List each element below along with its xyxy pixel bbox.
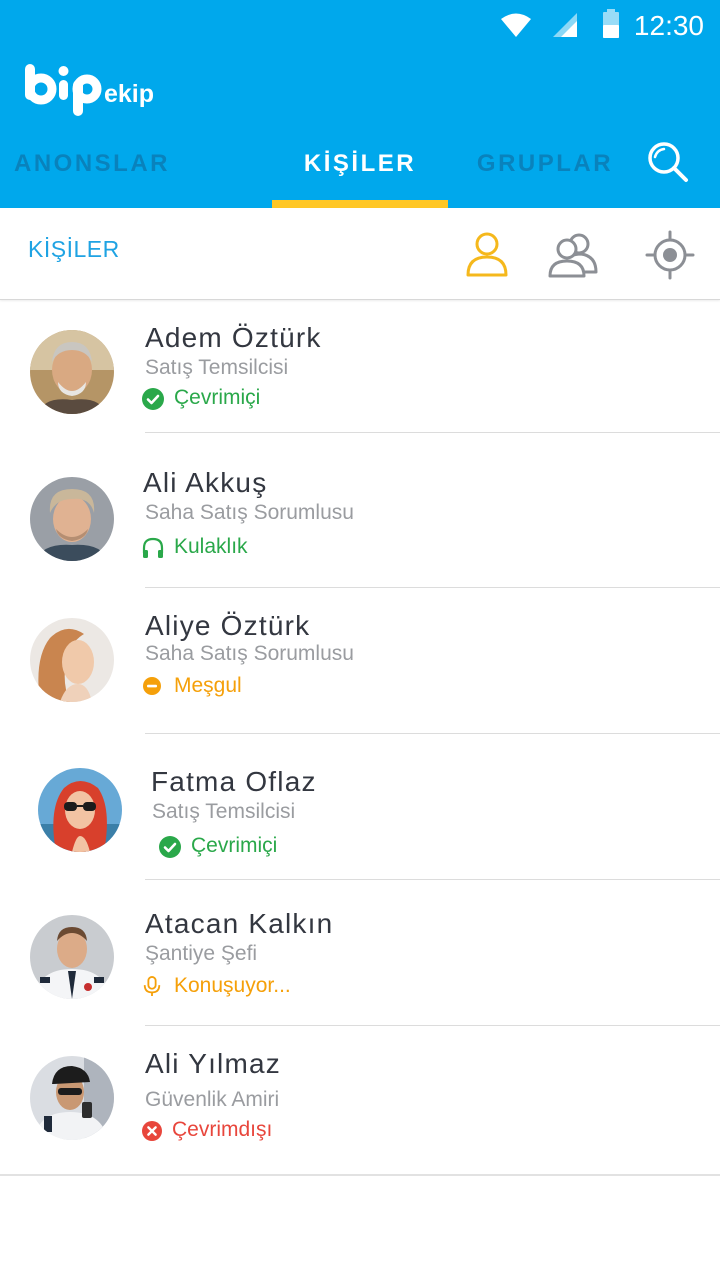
avatar: [30, 618, 114, 702]
contact-name: Ali Akkuş: [143, 467, 268, 498]
contact-role: Saha Satış Sorumlusu: [145, 501, 354, 524]
status-text: Meşgul: [174, 674, 242, 697]
single-contact-filter-button[interactable]: [462, 230, 512, 280]
status-text: Çevrimdışı: [172, 1118, 273, 1141]
status-text: Çevrimiçi: [191, 834, 278, 857]
tab-bar: ANONSLAR KİŞİLER GRUPLAR: [0, 140, 720, 208]
search-button[interactable]: [646, 140, 690, 184]
busy-icon: [143, 677, 161, 695]
list-end-divider: [0, 1174, 720, 1176]
contact-row[interactable]: Adem Öztürk Satış Temsilcisi Çevrimiçi: [0, 300, 720, 432]
contact-role: Şantiye Şefi: [145, 942, 258, 965]
tab-gruplar[interactable]: GRUPLAR: [466, 140, 624, 208]
offline-cross-icon: [142, 1121, 162, 1141]
status-bar: 12:30: [0, 0, 720, 52]
contact-role: Güvenlik Amiri: [145, 1088, 280, 1111]
contact-row[interactable]: Ali Akkuş Saha Satış Sorumlusu Kulaklık: [0, 433, 720, 587]
status-text: Konuşuyor...: [174, 974, 291, 997]
avatar: [30, 1056, 114, 1140]
contact-name: Ali Yılmaz: [145, 1048, 281, 1079]
contact-row[interactable]: Ali Yılmaz Güvenlik Amiri Çevrimdışı: [0, 1026, 720, 1174]
locate-icon: [645, 230, 695, 280]
bip-logo-icon: [25, 64, 102, 116]
online-check-icon: [159, 836, 181, 858]
contact-role: Satış Temsilcisi: [145, 356, 289, 379]
clock: 12:30: [633, 10, 704, 41]
app-bar: 12:30 ekip ANONSLAR KİŞİLER GRUPLAR: [0, 0, 720, 208]
search-icon: [648, 142, 688, 182]
microphone-icon: [143, 976, 161, 996]
group-filter-button[interactable]: [548, 230, 598, 280]
contact-name: Aliye Öztürk: [145, 610, 311, 641]
contact-row[interactable]: Atacan Kalkın Şantiye Şefi Konuşuyor...: [0, 880, 720, 1025]
tab-kisiler[interactable]: KİŞİLER: [272, 140, 448, 208]
cellular-signal-icon: [553, 13, 577, 37]
avatar: [38, 768, 122, 852]
avatar: [30, 477, 114, 561]
contact-name: Fatma Oflaz: [151, 766, 317, 797]
online-check-icon: [142, 388, 164, 410]
contact-row[interactable]: Fatma Oflaz Satış Temsilcisi Çevrimiçi: [0, 734, 720, 879]
wifi-icon: [501, 13, 531, 37]
avatar: [30, 915, 114, 999]
status-text: Kulaklık: [174, 535, 248, 558]
contact-role: Saha Satış Sorumlusu: [145, 642, 354, 665]
status-text: Çevrimiçi: [174, 386, 261, 409]
group-icon: [548, 233, 598, 278]
contact-name: Atacan Kalkın: [145, 908, 334, 939]
avatar: [30, 330, 114, 414]
battery-icon: [603, 9, 619, 38]
section-title: KİŞİLER: [28, 236, 120, 262]
brand-subtitle: ekip: [104, 80, 155, 108]
section-header: KİŞİLER: [0, 208, 720, 300]
headset-icon: [142, 537, 164, 558]
contact-row[interactable]: Aliye Öztürk Saha Satış Sorumlusu Meşgul: [0, 588, 720, 733]
contact-name: Adem Öztürk: [145, 322, 322, 353]
contact-role: Satış Temsilcisi: [152, 800, 296, 823]
brand-logo: ekip: [22, 62, 154, 122]
tab-anonslar[interactable]: ANONSLAR: [0, 140, 184, 208]
person-icon: [466, 232, 508, 277]
locate-button[interactable]: [645, 230, 695, 280]
